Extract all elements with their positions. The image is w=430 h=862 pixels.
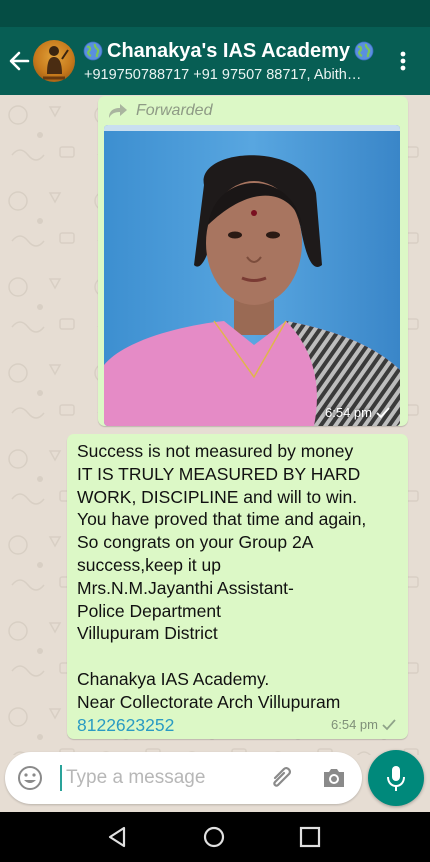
forward-arrow-icon [109, 104, 127, 118]
message-line: Chanakya IAS Academy. [77, 668, 270, 689]
chanakya-figure-icon [43, 46, 69, 80]
nav-back-icon[interactable] [106, 825, 130, 849]
forwarded-label: Forwarded [136, 102, 213, 119]
emoji-icon[interactable] [17, 765, 43, 791]
globe-icon [354, 41, 374, 61]
title-row[interactable]: Chanakya's IAS Academy [83, 39, 383, 63]
image-timestamp: 6:54 pm [325, 405, 390, 420]
forwarded-indicator: Forwarded [108, 101, 212, 121]
sent-check-icon [376, 406, 390, 418]
status-bar [0, 0, 430, 27]
sent-check-icon [382, 718, 396, 730]
message-line: IT IS TRULY MEASURED BY HARD [77, 463, 361, 484]
chat-title: Chanakya's IAS Academy [107, 39, 351, 62]
attach-icon[interactable] [267, 764, 295, 792]
message-timestamp: 6:54 pm [331, 717, 396, 732]
chat-header: Chanakya's IAS Academy +919750788717 +91… [0, 27, 430, 95]
nav-home-icon[interactable] [202, 825, 226, 849]
chat-area[interactable]: Forwarded 6:54 pm Success is not measure… [0, 95, 430, 755]
globe-icon [83, 41, 103, 61]
message-line: Mrs.N.M.Jayanthi Assistant- [77, 577, 294, 598]
message-composer[interactable]: Type a message [5, 752, 362, 804]
microphone-icon [387, 766, 405, 791]
message-line: Police Department [77, 600, 221, 621]
nav-recents-icon[interactable] [299, 826, 321, 848]
message-line: Success is not measured by money [77, 441, 354, 461]
message-input[interactable]: Type a message [66, 767, 205, 789]
android-nav-bar [0, 812, 430, 862]
more-options-icon[interactable] [394, 47, 412, 75]
message-line: Near Collectorate Arch Villupuram [77, 691, 341, 712]
message-line: You have proved that time and again, [77, 509, 367, 530]
text-message[interactable]: Success is not measured by money IT IS T… [67, 434, 408, 739]
message-line [77, 645, 402, 668]
message-line: So congrats on your Group 2A [77, 532, 314, 553]
camera-icon[interactable] [321, 765, 347, 791]
back-arrow-icon[interactable] [6, 47, 32, 75]
message-body: Success is not measured by money IT IS T… [77, 440, 402, 736]
message-line: WORK, DISCIPLINE and will to win. [77, 486, 358, 507]
message-line: success,keep it up [77, 554, 221, 575]
chat-participants[interactable]: +919750788717 +91 97507 88717, Abith… [84, 67, 380, 83]
image-message[interactable]: Forwarded 6:54 pm [98, 96, 408, 426]
text-cursor [60, 765, 62, 791]
message-line: Villupuram District [77, 623, 218, 644]
mic-button[interactable] [368, 750, 424, 806]
group-avatar[interactable] [33, 40, 75, 82]
portrait-photo[interactable]: 6:54 pm [104, 125, 400, 426]
